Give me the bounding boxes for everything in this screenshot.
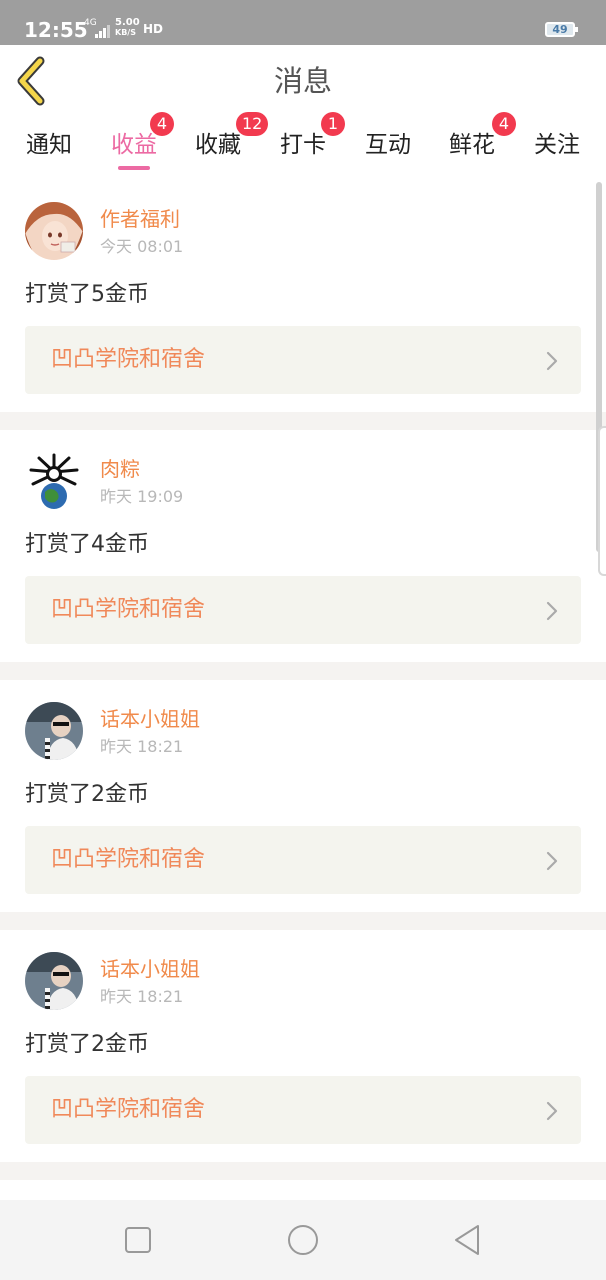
signal-icon: [95, 22, 113, 38]
reward-text: 打赏了4金币: [25, 532, 149, 557]
hd-indicator: HD: [143, 22, 164, 36]
tab-notifications[interactable]: 通知: [9, 118, 89, 180]
battery-icon: 49: [545, 22, 578, 37]
speed-unit: KB/S: [115, 28, 136, 37]
status-time: 12:55: [24, 18, 88, 42]
circle-icon: [288, 1225, 318, 1255]
tab-label: 互动: [365, 132, 411, 158]
chevron-right-icon: [546, 351, 558, 371]
work-link[interactable]: 凹凸学院和宿舍: [25, 826, 581, 894]
avatar[interactable]: [25, 952, 83, 1010]
tab-checkin[interactable]: 打卡 1: [263, 112, 345, 180]
author-name[interactable]: 话本小姐姐: [100, 706, 200, 732]
chevron-right-icon: [546, 851, 558, 871]
message-card: 作者福利 今天 08:01 打赏了5金币 凹凸学院和宿舍: [0, 180, 606, 412]
system-nav-bar: [0, 1200, 606, 1280]
message-card: 肉粽 昨天 19:09 打赏了4金币 凹凸学院和宿舍: [0, 430, 606, 662]
work-link[interactable]: 凹凸学院和宿舍: [25, 576, 581, 644]
message-card: 话本小姐姐 昨天 18:21 打赏了2金币 凹凸学院和宿舍: [0, 680, 606, 912]
header: 消息: [0, 45, 606, 118]
network-speed: 5.00 KB/S: [115, 18, 140, 38]
work-title: 凹凸学院和宿舍: [51, 597, 206, 622]
tab-flowers[interactable]: 鲜花 4: [432, 112, 516, 180]
tab-label: 通知: [26, 132, 72, 158]
work-link[interactable]: 凹凸学院和宿舍: [25, 326, 581, 394]
page-title: 消息: [273, 64, 332, 98]
battery-level: 49: [552, 23, 568, 36]
avatar[interactable]: [25, 452, 83, 510]
work-title: 凹凸学院和宿舍: [51, 1097, 206, 1122]
author-name[interactable]: 肉粽: [100, 456, 140, 482]
message-card: 话本小姐姐 昨天 18:21 打赏了2金币 凹凸学院和宿舍: [0, 930, 606, 1162]
tab-interactions[interactable]: 互动: [348, 118, 428, 180]
timestamp: 昨天 18:21: [100, 987, 184, 1006]
avatar[interactable]: [25, 202, 83, 260]
recent-apps-button[interactable]: [118, 1222, 158, 1258]
back-nav-button[interactable]: [448, 1222, 488, 1258]
tab-bar: 通知 收益 4 收藏 12 打卡 1 互动 鲜花 4 关注: [0, 112, 606, 180]
timestamp: 今天 08:01: [100, 237, 184, 256]
home-button[interactable]: [283, 1222, 323, 1258]
triangle-back-icon: [455, 1225, 479, 1255]
tab-favorites[interactable]: 收藏 12: [178, 112, 269, 180]
active-tab-indicator: [118, 166, 150, 170]
tab-label: 关注: [534, 132, 580, 158]
author-name[interactable]: 话本小姐姐: [100, 956, 200, 982]
badge-count: 4: [492, 112, 516, 136]
chevron-right-icon: [546, 1101, 558, 1121]
chevron-right-icon: [546, 601, 558, 621]
status-bar: 12:55 4G 5.00 KB/S HD 49: [0, 0, 606, 45]
reward-text: 打赏了2金币: [25, 1032, 149, 1057]
badge-count: 4: [150, 112, 174, 136]
message-card: [0, 1180, 606, 1200]
tab-following[interactable]: 关注: [517, 118, 597, 180]
side-edge-handle[interactable]: [598, 426, 606, 576]
work-link[interactable]: 凹凸学院和宿舍: [25, 1076, 581, 1144]
author-name[interactable]: 作者福利: [100, 206, 180, 232]
tab-earnings[interactable]: 收益 4: [94, 112, 174, 180]
square-icon: [125, 1227, 151, 1253]
timestamp: 昨天 19:09: [100, 487, 184, 506]
speed-value: 5.00: [115, 17, 140, 28]
badge-count: 1: [321, 112, 345, 136]
reward-text: 打赏了5金币: [25, 282, 149, 307]
timestamp: 昨天 18:21: [100, 737, 184, 756]
work-title: 凹凸学院和宿舍: [51, 847, 206, 872]
reward-text: 打赏了2金币: [25, 782, 149, 807]
avatar[interactable]: [25, 702, 83, 760]
work-title: 凹凸学院和宿舍: [51, 347, 206, 372]
